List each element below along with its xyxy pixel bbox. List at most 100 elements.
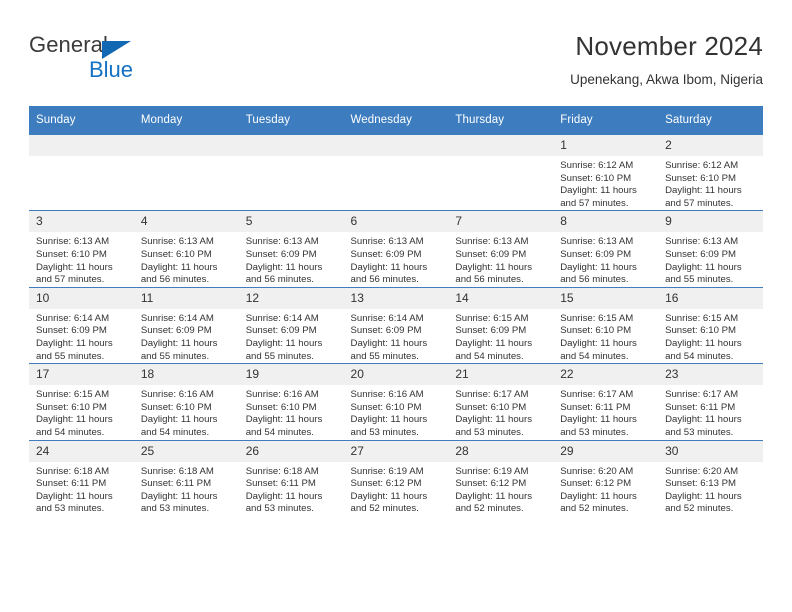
day-sun-info: Sunrise: 6:16 AM Sunset: 6:10 PM Daylight:… — [134, 385, 239, 439]
calendar-day-cell[interactable]: 16 Sunrise: 6:15 AM Sunset: 6:10 PM Dayligh… — [658, 286, 763, 364]
day-number: 15 — [553, 287, 659, 309]
calendar-day-cell[interactable]: 13 Sunrise: 6:14 AM Sunset: 6:09 PM Dayligh… — [343, 286, 449, 364]
page-header: General Blue November 2024 Upenekang, Ak… — [29, 31, 763, 94]
calendar-day-cell-empty — [238, 133, 344, 211]
daylight-duration-line1: Daylight: 11 hours — [245, 414, 323, 426]
calendar-day-cell[interactable]: 25 Sunrise: 6:18 AM Sunset: 6:11 PM Dayligh… — [133, 439, 239, 516]
calendar-body: 1 Sunrise: 6:12 AM Sunset: 6:10 PM Daylight… — [29, 133, 763, 516]
calendar-day-cell[interactable]: 5 Sunrise: 6:13 AM Sunset: 6:09 PM Daylight… — [238, 210, 344, 288]
day-number: 27 — [343, 440, 449, 462]
sunset-time: Sunset: 6:10 PM — [560, 325, 632, 337]
calendar-day-cell[interactable]: 23 Sunrise: 6:17 AM Sunset: 6:11 PM Dayligh… — [658, 363, 763, 440]
calendar-day-cell[interactable]: 3 Sunrise: 6:13 AM Sunset: 6:10 PM Daylight… — [29, 210, 134, 288]
day-number: 19 — [238, 364, 344, 386]
day-number: 25 — [133, 440, 239, 462]
daylight-duration-line1: Daylight: 11 hours — [350, 337, 428, 349]
sunset-time: Sunset: 6:11 PM — [36, 478, 107, 490]
day-number: 28 — [448, 440, 554, 462]
day-number — [238, 135, 344, 156]
calendar-day-cell[interactable]: 20 Sunrise: 6:16 AM Sunset: 6:10 PM Dayligh… — [343, 363, 449, 440]
daylight-duration-line1: Daylight: 11 hours — [245, 261, 323, 273]
daylight-duration-line2: and 55 minutes. — [665, 274, 734, 286]
sunset-time: Sunset: 6:12 PM — [455, 478, 527, 490]
daylight-duration-line2: and 55 minutes. — [245, 350, 314, 362]
calendar-day-cell[interactable]: 9 Sunrise: 6:13 AM Sunset: 6:09 PM Daylight… — [658, 210, 763, 288]
calendar-day-cell[interactable]: 24 Sunrise: 6:18 AM Sunset: 6:11 PM Dayligh… — [29, 439, 134, 516]
sunset-time: Sunset: 6:11 PM — [560, 401, 631, 413]
calendar-day-cell[interactable]: 19 Sunrise: 6:16 AM Sunset: 6:10 PM Dayligh… — [238, 363, 344, 440]
sunrise-time: Sunrise: 6:17 AM — [560, 389, 634, 401]
sunset-time: Sunset: 6:11 PM — [665, 401, 736, 413]
calendar-day-cell[interactable]: 30 Sunrise: 6:20 AM Sunset: 6:13 PM Dayligh… — [658, 439, 763, 516]
daylight-duration-line2: and 53 minutes. — [36, 503, 105, 515]
sunset-time: Sunset: 6:09 PM — [36, 325, 107, 337]
daylight-duration-line1: Daylight: 11 hours — [560, 337, 637, 349]
day-sun-info: Sunrise: 6:14 AM Sunset: 6:09 PM Daylight:… — [134, 309, 239, 363]
day-sun-info: Sunrise: 6:20 AM Sunset: 6:13 PM Daylight:… — [658, 462, 763, 516]
daylight-duration-line1: Daylight: 11 hours — [350, 490, 428, 502]
weekday-header-sunday: Sunday — [29, 106, 134, 135]
calendar-day-cell[interactable]: 17 Sunrise: 6:15 AM Sunset: 6:10 PM Dayligh… — [29, 363, 134, 440]
calendar-day-cell[interactable]: 4 Sunrise: 6:13 AM Sunset: 6:10 PM Daylight… — [133, 210, 239, 288]
sunset-time: Sunset: 6:09 PM — [455, 325, 527, 337]
calendar-week-row: 24 Sunrise: 6:18 AM Sunset: 6:11 PM Dayligh… — [29, 439, 763, 516]
calendar-day-cell[interactable]: 28 Sunrise: 6:19 AM Sunset: 6:12 PM Dayligh… — [448, 439, 554, 516]
sunset-time: Sunset: 6:11 PM — [245, 478, 316, 490]
daylight-duration-line1: Daylight: 11 hours — [36, 490, 113, 502]
day-number: 22 — [553, 364, 659, 386]
daylight-duration-line2: and 56 minutes. — [560, 274, 629, 286]
weekday-header-wednesday: Wednesday — [343, 106, 449, 135]
calendar-day-cell[interactable]: 18 Sunrise: 6:16 AM Sunset: 6:10 PM Dayligh… — [133, 363, 239, 440]
calendar-day-cell[interactable]: 1 Sunrise: 6:12 AM Sunset: 6:10 PM Daylight… — [553, 133, 659, 211]
day-sun-info: Sunrise: 6:15 AM Sunset: 6:10 PM Daylight:… — [658, 309, 763, 363]
calendar-day-cell[interactable]: 21 Sunrise: 6:17 AM Sunset: 6:10 PM Dayligh… — [448, 363, 554, 440]
calendar-day-cell[interactable]: 2 Sunrise: 6:12 AM Sunset: 6:10 PM Daylight… — [658, 133, 763, 211]
calendar-day-cell[interactable]: 26 Sunrise: 6:18 AM Sunset: 6:11 PM Dayligh… — [238, 439, 344, 516]
sunrise-time: Sunrise: 6:12 AM — [560, 160, 634, 171]
calendar-day-cell[interactable]: 29 Sunrise: 6:20 AM Sunset: 6:12 PM Dayligh… — [553, 439, 659, 516]
sunset-time: Sunset: 6:09 PM — [350, 248, 422, 260]
daylight-duration-line1: Daylight: 11 hours — [455, 490, 532, 502]
calendar-day-cell[interactable]: 22 Sunrise: 6:17 AM Sunset: 6:11 PM Dayligh… — [553, 363, 659, 440]
daylight-duration-line2: and 54 minutes. — [140, 426, 210, 438]
calendar-day-cell[interactable]: 6 Sunrise: 6:13 AM Sunset: 6:09 PM Daylight… — [343, 210, 449, 288]
calendar-day-cell[interactable]: 27 Sunrise: 6:19 AM Sunset: 6:12 PM Dayligh… — [343, 439, 449, 516]
daylight-duration-line2: and 53 minutes. — [665, 426, 734, 438]
day-sun-info: Sunrise: 6:13 AM Sunset: 6:09 PM Daylight:… — [344, 232, 449, 286]
sunrise-time: Sunrise: 6:14 AM — [245, 312, 319, 324]
calendar-week-row: 17 Sunrise: 6:15 AM Sunset: 6:10 PM Dayligh… — [29, 363, 763, 440]
calendar-day-cell[interactable]: 7 Sunrise: 6:13 AM Sunset: 6:09 PM Daylight… — [448, 210, 554, 288]
day-sun-info: Sunrise: 6:19 AM Sunset: 6:12 PM Daylight:… — [448, 462, 553, 516]
daylight-duration-line1: Daylight: 11 hours — [665, 261, 742, 273]
sunrise-time: Sunrise: 6:18 AM — [36, 465, 110, 477]
general-blue-logo[interactable]: General Blue — [29, 32, 249, 88]
day-number: 24 — [29, 440, 134, 462]
daylight-duration-line1: Daylight: 11 hours — [140, 490, 218, 502]
daylight-duration-line1: Daylight: 11 hours — [36, 261, 113, 273]
sunset-time: Sunset: 6:10 PM — [245, 401, 317, 413]
day-number: 8 — [553, 211, 659, 233]
sunrise-time: Sunrise: 6:18 AM — [140, 465, 214, 477]
day-number: 23 — [658, 364, 763, 386]
calendar-header-row: Sunday Monday Tuesday Wednesday Thursday Frid… — [29, 106, 763, 135]
sunrise-time: Sunrise: 6:20 AM — [560, 465, 634, 477]
day-sun-info: Sunrise: 6:17 AM Sunset: 6:11 PM Daylight:… — [658, 385, 763, 439]
daylight-duration-line2: and 56 minutes. — [350, 274, 419, 286]
day-number: 9 — [658, 211, 763, 233]
day-sun-info: Sunrise: 6:17 AM Sunset: 6:11 PM Daylight:… — [553, 385, 658, 439]
calendar-day-cell[interactable]: 15 Sunrise: 6:15 AM Sunset: 6:10 PM Dayligh… — [553, 286, 659, 364]
daylight-duration-line1: Daylight: 11 hours — [36, 337, 113, 349]
day-number: 18 — [133, 364, 239, 386]
sunset-time: Sunset: 6:09 PM — [350, 325, 422, 337]
day-number: 5 — [238, 211, 344, 233]
calendar-day-cell[interactable]: 11 Sunrise: 6:14 AM Sunset: 6:09 PM Dayligh… — [133, 286, 239, 364]
calendar-day-cell[interactable]: 10 Sunrise: 6:14 AM Sunset: 6:09 PM Dayligh… — [29, 286, 134, 364]
calendar-day-cell[interactable]: 12 Sunrise: 6:14 AM Sunset: 6:09 PM Dayligh… — [238, 286, 344, 364]
daylight-duration-line1: Daylight: 11 hours — [560, 414, 637, 426]
sunset-time: Sunset: 6:11 PM — [140, 478, 212, 490]
sunset-time: Sunset: 6:09 PM — [560, 248, 632, 260]
calendar-day-cell[interactable]: 8 Sunrise: 6:13 AM Sunset: 6:09 PM Daylight… — [553, 210, 659, 288]
day-sun-info: Sunrise: 6:13 AM Sunset: 6:09 PM Daylight:… — [448, 232, 553, 286]
weekday-header-row: Sunday Monday Tuesday Wednesday Thursday Frid… — [29, 106, 763, 135]
calendar-day-cell[interactable]: 14 Sunrise: 6:15 AM Sunset: 6:09 PM Dayligh… — [448, 286, 554, 364]
